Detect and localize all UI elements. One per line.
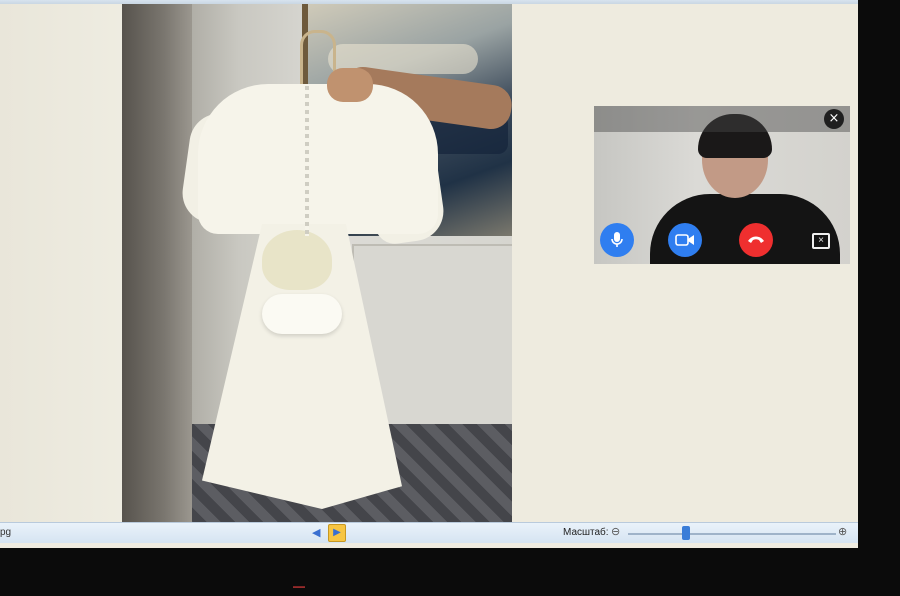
filename-label: pg [0, 527, 12, 538]
screen: × × [0, 0, 858, 548]
zoom-slider[interactable] [628, 533, 836, 535]
photo-curtain [122, 4, 192, 522]
dress-photo [122, 4, 512, 522]
video-camera-icon [675, 234, 694, 246]
dress-bodice [198, 84, 438, 234]
previous-image-icon[interactable]: ◀ [312, 526, 322, 540]
dress-bow [262, 294, 342, 334]
microphone-button[interactable] [600, 223, 634, 257]
video-call-window[interactable]: × × [594, 106, 850, 264]
microphone-icon [611, 232, 623, 247]
monitor-logo: ▬▬ [293, 584, 305, 590]
end-call-button[interactable] [739, 223, 773, 257]
zoom-in-icon[interactable]: ⊕ [838, 526, 850, 538]
dress-back-cutout [262, 230, 332, 290]
camera-button[interactable] [668, 223, 702, 257]
zoom-slider-thumb[interactable] [682, 526, 690, 540]
video-call-header [594, 106, 850, 132]
viewer-background-left [0, 4, 140, 522]
dress-buttons [305, 86, 309, 236]
viewer-statusbar: pg ◀ ▶ Масштаб: ⊖ ⊕ [0, 522, 858, 543]
photo-hand [327, 68, 373, 102]
fullscreen-icon[interactable]: × [812, 233, 830, 249]
next-image-button[interactable]: ▶ [328, 524, 346, 542]
monitor: × × pg ◀ ▶ Масштаб: ⊖ ⊕ ▬▬ [0, 0, 900, 596]
scale-label: Масштаб: [563, 527, 609, 538]
close-icon[interactable]: × [824, 109, 844, 129]
zoom-out-icon[interactable]: ⊖ [611, 526, 623, 538]
end-call-icon [748, 236, 764, 243]
